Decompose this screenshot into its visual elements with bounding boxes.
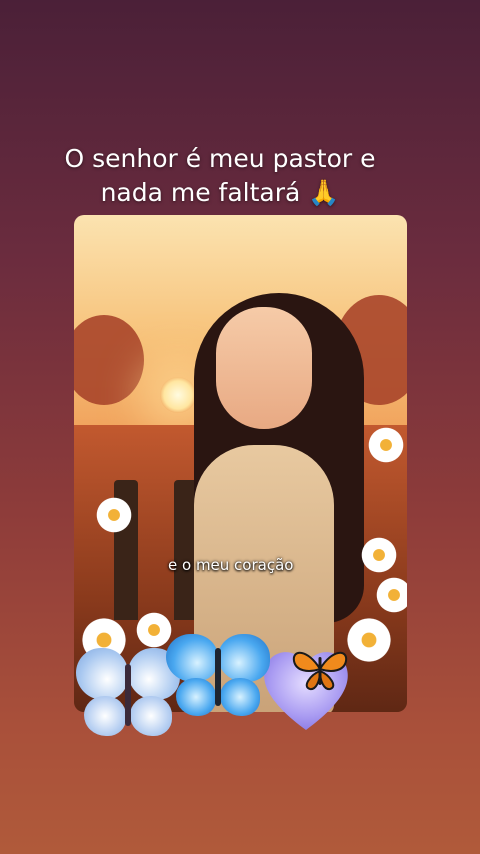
- video-caption: O senhor é meu pastor e nada me faltará …: [64, 144, 376, 207]
- background-tree: [74, 315, 144, 405]
- blue-butterfly-icon: [166, 634, 270, 718]
- daisy-icon: [374, 575, 407, 615]
- blue-butterfly-icon: [76, 648, 180, 738]
- daisy-icon: [366, 425, 406, 465]
- woman-face: [216, 307, 312, 429]
- sunset-sun: [160, 377, 196, 413]
- daisy-icon: [94, 495, 134, 535]
- daisy-icon: [359, 535, 399, 575]
- video-subtitle: e o meu coração: [168, 556, 294, 574]
- monarch-butterfly-icon: [290, 645, 350, 693]
